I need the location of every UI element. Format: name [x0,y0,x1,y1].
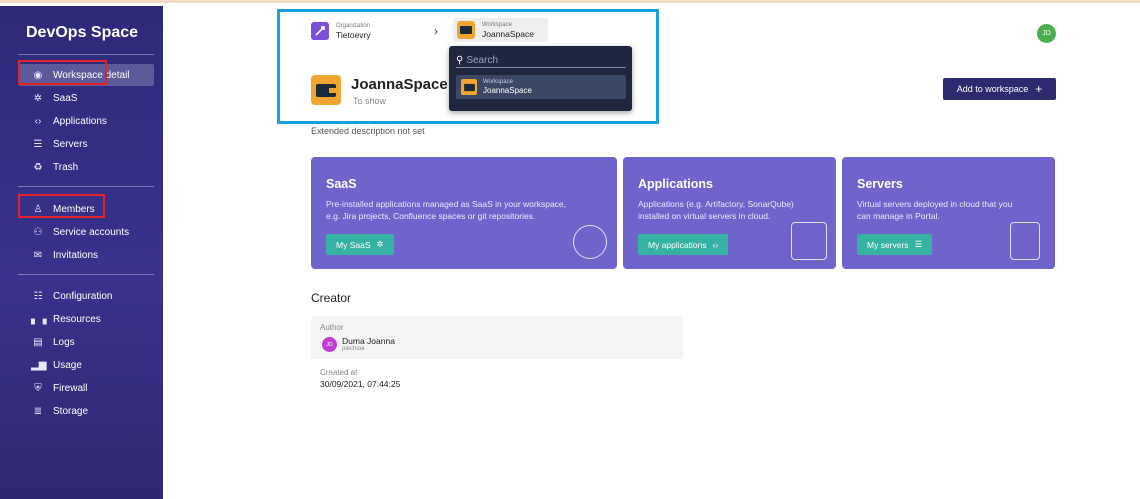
cloud-gear-icon [573,225,607,259]
server-rack-icon [1010,222,1040,260]
sidebar-item-service-accounts[interactable]: ⚇ Service accounts [18,221,154,243]
sidebar-item-firewall[interactable]: ⛨ Firewall [18,377,154,399]
sidebar-item-label: Resources [53,313,101,325]
author-label: Author [320,323,344,332]
card-description-line: installed on virtual servers in cloud. [638,211,771,221]
workspace-description: Extended description not set [311,126,425,136]
code-icon: ‹› [34,115,42,127]
sidebar-item-servers[interactable]: ☰ Servers [18,133,154,155]
creator-section-title: Creator [311,291,352,305]
bars-icon: ▖▗ [31,313,47,325]
mail-icon: ✉ [33,249,43,261]
highlight-box-members [18,194,105,218]
author-login: piechioa [342,346,365,352]
card-description: Pre-installed applications managed as Sa… [326,198,566,222]
sidebar-divider [18,186,154,187]
card-description: Applications (e.g. Artifactory, SonarQub… [638,198,794,222]
sidebar-item-configuration[interactable]: ☷ Configuration [18,285,154,307]
sidebar-item-invitations[interactable]: ✉ Invitations [18,244,154,266]
app-window-icon [791,222,827,260]
sidebar-item-label: Usage [53,359,82,371]
sidebar-item-resources[interactable]: ▖▗ Resources [18,308,154,330]
sidebar-item-label: Applications [53,115,107,127]
sliders-icon: ☷ [33,290,43,302]
saas-card: SaaS Pre-installed applications managed … [311,157,617,269]
card-description-line: Pre-installed applications managed as Sa… [326,199,567,209]
card-title: SaaS [326,177,357,191]
sidebar-item-label: Service accounts [53,226,130,238]
sidebar-item-label: Trash [53,161,79,173]
plus-icon: + [1035,82,1043,96]
document-icon: ▤ [33,336,43,348]
sidebar-item-saas[interactable]: ✲ SaaS [18,87,154,109]
highlight-box-workspace-detail [18,60,107,85]
sidebar-item-label: Firewall [53,382,88,394]
add-to-workspace-button[interactable]: Add to workspace + [943,78,1056,100]
sidebar-item-usage[interactable]: ▂▆ Usage [18,354,154,376]
sidebar-divider [18,54,154,55]
card-title: Applications [638,177,714,191]
server-icon: ☰ [914,239,923,249]
chart-icon: ▂▆ [31,359,47,371]
trash-icon: ♻ [33,161,43,173]
code-icon: ‹› [712,239,719,250]
sidebar-item-logs[interactable]: ▤ Logs [18,331,154,353]
sidebar-item-trash[interactable]: ♻ Trash [18,156,154,178]
sidebar-item-applications[interactable]: ‹› Applications [18,110,154,132]
people-icon: ⚇ [33,226,43,238]
sidebar-item-label: Storage [53,405,89,417]
applications-card: Applications Applications (e.g. Artifact… [623,157,836,269]
button-label: My servers [867,239,909,250]
list-icon: ≣ [33,405,43,417]
sidebar-item-label: Logs [53,336,75,348]
card-description-line: can manage in Portal. [857,211,940,221]
my-saas-button[interactable]: My SaaS ✲ [326,234,394,255]
sidebar-divider [18,274,154,275]
sidebar-item-label: Invitations [53,249,99,261]
my-servers-button[interactable]: My servers ☰ [857,234,933,255]
card-description: Virtual servers deployed in cloud that y… [857,198,1012,222]
user-avatar[interactable]: JD [1037,24,1056,43]
card-description-line: Applications (e.g. Artifactory, SonarQub… [638,199,794,209]
card-description-line: e.g. Jira projects, Confluence spaces or… [326,211,536,221]
sidebar-item-storage[interactable]: ≣ Storage [18,400,154,422]
sidebar-item-label: SaaS [53,92,78,104]
add-button-label: Add to workspace [956,84,1029,94]
app-title: DevOps Space [26,24,139,41]
saas-icon: ✲ [376,239,384,249]
shield-icon: ⛨ [34,382,42,394]
created-at-label: Created at [320,368,358,377]
created-at-value: 30/09/2021, 07:44:25 [320,379,401,389]
servers-card: Servers Virtual servers deployed in clou… [842,157,1055,269]
author-name: Duma Joanna [342,336,395,346]
author-avatar: JD [322,337,337,352]
highlight-box-breadcrumb [277,9,659,124]
button-label: My applications [648,239,707,250]
sidebar-item-label: Servers [53,138,88,150]
saas-icon: ✲ [33,92,43,104]
my-applications-button[interactable]: My applications ‹› [638,234,729,255]
card-title: Servers [857,177,903,191]
sidebar-item-label: Configuration [53,290,113,302]
card-description-line: Virtual servers deployed in cloud that y… [857,199,1013,209]
top-accent-line [0,0,1140,3]
button-label: My SaaS [336,239,371,250]
server-icon: ☰ [33,138,43,150]
